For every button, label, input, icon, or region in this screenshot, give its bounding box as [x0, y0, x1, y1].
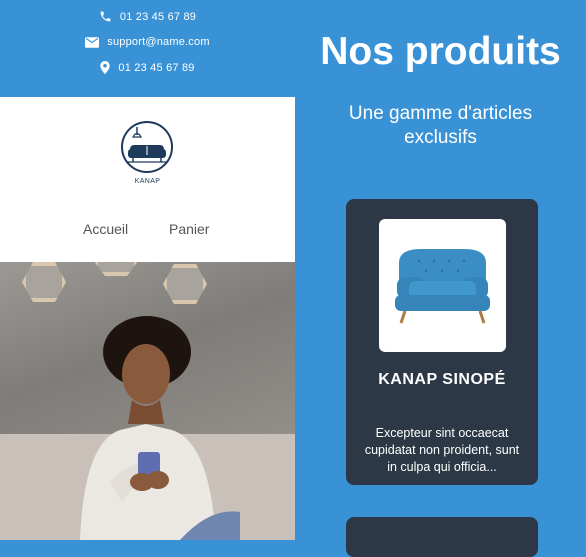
contact-phone-text: 01 23 45 67 89	[119, 10, 197, 23]
products-section: Nos produits Une gamme d'articles exclus…	[295, 0, 586, 557]
photo-woman	[80, 316, 240, 540]
product-name: KANAP SINOPÉ	[378, 371, 506, 388]
phone-icon	[100, 11, 111, 22]
sofa-image	[395, 249, 490, 324]
products-subtitle: Une gamme d'articles exclusifs	[348, 103, 533, 148]
envelope-icon	[85, 36, 100, 48]
contact-address-text: 01 23 45 67 89	[118, 61, 195, 74]
product-image[interactable]	[379, 219, 506, 352]
product-card[interactable]: KANAP SINOPÉ Excepteur sint occaecat cup…	[346, 199, 538, 485]
contact-address[interactable]: 01 23 45 67 89	[0, 61, 295, 74]
nav-cart-link[interactable]: Panier	[169, 221, 209, 237]
nav-home-link[interactable]: Accueil	[83, 221, 128, 237]
kanap-logo[interactable]	[121, 121, 173, 173]
logo-text: KANAP	[134, 178, 161, 185]
product-card[interactable]	[346, 517, 538, 557]
site-header: KANAP Accueil Panier	[0, 97, 295, 262]
product-description: Excepteur sint occaecat cupidatat non pr…	[364, 426, 520, 474]
contact-email-text: support@name.com	[107, 36, 210, 48]
sofa-logo-icon	[127, 127, 167, 163]
products-title: Nos produits	[320, 30, 561, 73]
map-pin-icon	[100, 61, 111, 74]
contact-email[interactable]: support@name.com	[0, 36, 295, 48]
contact-phone[interactable]: 01 23 45 67 89	[0, 10, 295, 23]
hero-photo	[0, 262, 295, 540]
contact-bar: 01 23 45 67 89 support@name.com 01 23 45…	[0, 0, 295, 97]
mobile-home-page: 01 23 45 67 89 support@name.com 01 23 45…	[0, 0, 295, 540]
